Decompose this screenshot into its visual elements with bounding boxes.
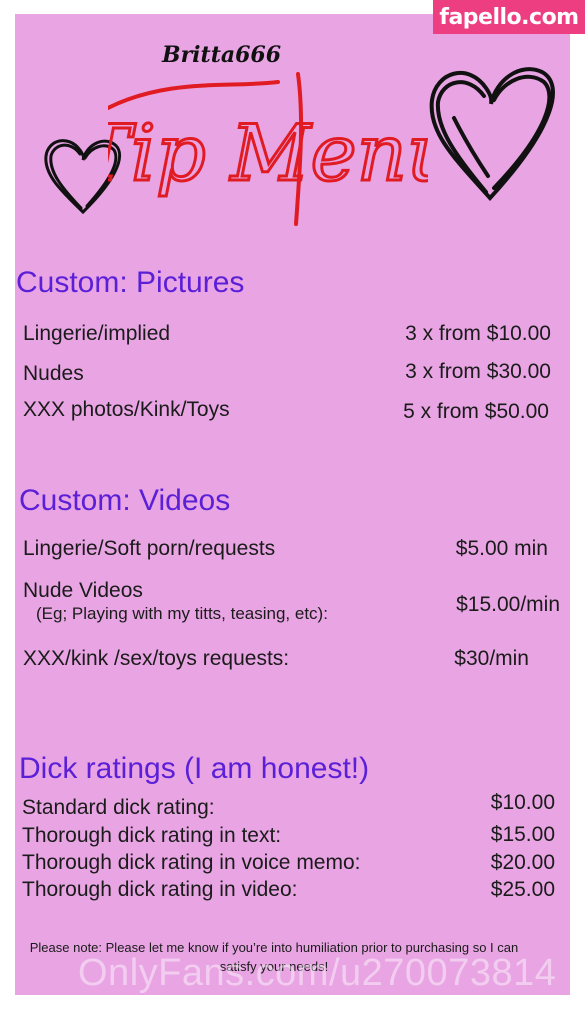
row-label: Thorough dick rating in video: — [22, 878, 298, 901]
row-label: Thorough dick rating in text: — [22, 824, 282, 847]
row-price: $30/min — [454, 647, 529, 670]
row-label: Lingerie/implied — [23, 322, 171, 345]
section-title-videos: Custom: Videos — [19, 484, 231, 517]
site-watermark[interactable]: fapello.com — [433, 0, 585, 34]
row-price: $5.00 min — [455, 537, 548, 560]
row-label: XXX/kink /sex/toys requests: — [23, 647, 290, 670]
row-price: $25.00 — [490, 878, 555, 901]
row-price: $10.00 — [490, 791, 555, 814]
section-title-dick-ratings: Dick ratings (I am honest!) — [19, 752, 370, 785]
row-price: 3 x from $30.00 — [405, 360, 551, 383]
heart-right-icon — [424, 58, 564, 208]
title-text: Tip Menu — [108, 109, 428, 199]
section-title-pictures: Custom: Pictures — [16, 266, 245, 299]
row-label: Thorough dick rating in voice memo: — [22, 851, 361, 874]
row-price: $15.00 — [490, 823, 555, 846]
row-label: Nudes — [23, 362, 84, 385]
onlyfans-watermark: OnlyFans.com/u270073814 — [78, 952, 557, 994]
row-label: Nude Videos — [23, 579, 143, 602]
row-label: XXX photos/Kink/Toys — [23, 398, 230, 421]
row-price: $15.00/min — [456, 593, 560, 616]
row-sublabel: (Eg; Playing with my titts, teasing, etc… — [36, 604, 328, 623]
creator-handle: Britta666 — [162, 42, 282, 68]
row-label: Standard dick rating: — [22, 796, 215, 819]
row-price: 5 x from $50.00 — [403, 400, 549, 423]
row-price: $20.00 — [490, 851, 555, 874]
tip-menu-title: Tip Menu — [77, 68, 459, 228]
row-label: Lingerie/Soft porn/requests — [23, 537, 276, 560]
row-price: 3 x from $10.00 — [405, 322, 551, 345]
